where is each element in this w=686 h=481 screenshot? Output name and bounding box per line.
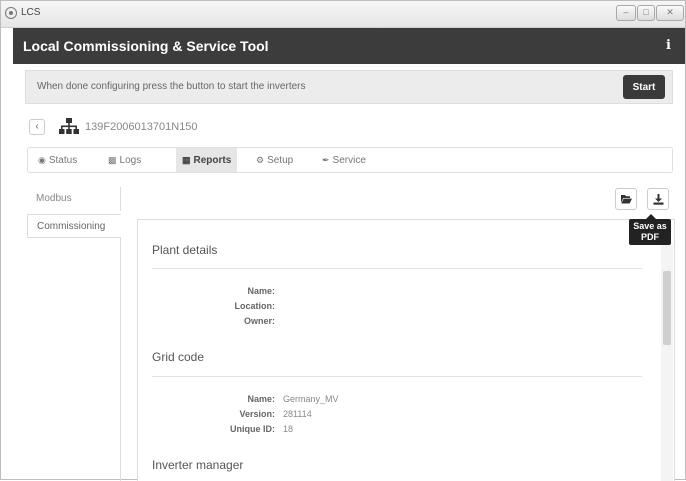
notice-text: When done configuring press the button t…: [37, 81, 306, 92]
grid-name-label: Name:: [247, 394, 275, 404]
tab-logs-label: Logs: [119, 155, 142, 166]
start-button[interactable]: Start: [623, 75, 665, 99]
grid-unique-id-label: Unique ID:: [230, 424, 275, 434]
folder-open-icon: [621, 195, 632, 204]
tab-status[interactable]: ◉ Status: [32, 148, 83, 172]
sidebar-item-commissioning[interactable]: Commissioning: [27, 214, 121, 238]
app-logo-icon: [5, 7, 17, 19]
tooltip-line-2: PDF: [641, 232, 659, 242]
application-window: LCS – □ ✕ Local Commissioning & Service …: [0, 0, 686, 481]
open-folder-button[interactable]: [615, 188, 637, 210]
tab-service[interactable]: ✒ Service: [316, 148, 372, 172]
close-button[interactable]: ✕: [656, 5, 684, 21]
inverter-manager-heading: Inverter manager: [152, 458, 244, 472]
back-button[interactable]: ‹: [29, 119, 45, 135]
wrench-icon: ✒: [322, 155, 330, 165]
cogs-icon: ⚙: [256, 155, 265, 165]
save-pdf-tooltip: Save as PDF: [629, 214, 671, 245]
tab-setup-label: Setup: [267, 155, 294, 166]
maximize-button[interactable]: □: [637, 5, 655, 21]
main-tabs: ◉ Status ▩ Logs ▦ Reports ⚙ Setup ✒ Service: [27, 147, 673, 173]
grid-version-value: 281114: [283, 409, 312, 419]
tab-reports[interactable]: ▦ Reports: [176, 148, 238, 172]
tooltip-line-1: Save as: [633, 221, 667, 231]
book-icon: ▩: [108, 155, 117, 165]
start-notice-bar: When done configuring press the button t…: [25, 70, 673, 104]
tab-logs[interactable]: ▩ Logs: [102, 148, 147, 172]
file-icon: ▦: [182, 155, 191, 165]
scrollbar-thumb[interactable]: [663, 271, 671, 345]
window-title: LCS: [21, 7, 41, 18]
window-titlebar: LCS – □ ✕: [1, 1, 685, 28]
minimize-button[interactable]: –: [616, 5, 636, 21]
divider: [152, 376, 642, 377]
app-title: Local Commissioning & Service Tool: [23, 38, 269, 54]
plant-location-label: Location:: [234, 301, 276, 311]
download-icon: [653, 194, 664, 205]
grid-code-heading: Grid code: [152, 350, 205, 364]
eye-icon: ◉: [38, 155, 46, 165]
app-header: Local Commissioning & Service Tool i: [13, 28, 685, 64]
sidebar-divider: [120, 238, 121, 481]
divider: [152, 268, 642, 269]
device-id: 139F2006013701N150: [85, 121, 198, 133]
tab-setup[interactable]: ⚙ Setup: [250, 148, 299, 172]
sidebar-item-modbus[interactable]: Modbus: [27, 187, 121, 211]
save-pdf-button[interactable]: [647, 188, 669, 210]
info-icon[interactable]: i: [666, 38, 671, 53]
plant-owner-label: Owner:: [243, 316, 275, 326]
grid-version-label: Version:: [239, 409, 275, 419]
report-panel: Plant details Name: Location: Owner: Gri…: [137, 219, 675, 481]
network-tree-icon: [59, 118, 79, 134]
grid-name-value: Germany_MV: [283, 394, 339, 404]
grid-unique-id-value: 18: [283, 424, 294, 434]
plant-details-heading: Plant details: [152, 243, 218, 257]
tab-reports-label: Reports: [193, 155, 232, 166]
tab-status-label: Status: [48, 155, 78, 166]
plant-name-label: Name:: [247, 286, 275, 296]
tab-service-label: Service: [332, 155, 366, 166]
